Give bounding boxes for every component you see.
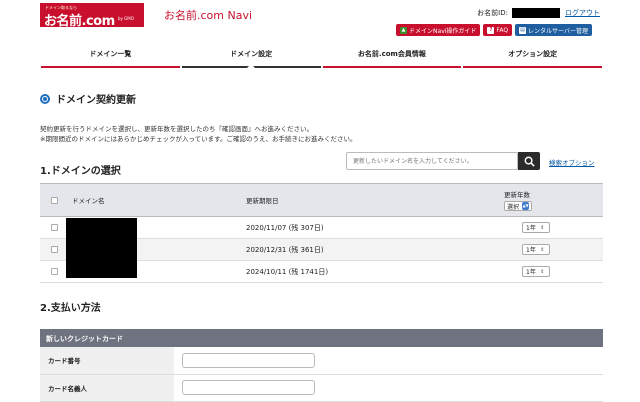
description-line-2: ※期限間近のドメインにはあらかじめチェックが入っています。ご確認のうえ、お手続き… — [40, 135, 357, 143]
column-years: 更新年数 選択 ▲▼ — [504, 183, 603, 217]
faq-label: FAQ — [496, 26, 509, 34]
bullet-circle-icon — [40, 93, 50, 104]
logout-link[interactable]: ログアウト — [565, 8, 600, 18]
logo-text: お名前.com — [44, 14, 115, 29]
operation-guide-label: ドメインNavi操作ガイド — [409, 27, 477, 35]
search-icon — [524, 156, 535, 167]
page-description: 契約更新を行うドメインを選択し、更新年数を選択したのち『確認画面』へお進みくださ… — [40, 124, 356, 144]
updown-arrow-icon: ⇕ — [538, 245, 546, 254]
expiry-cell: 2020/12/31 (残 361日) — [246, 238, 504, 261]
row-checkbox[interactable] — [51, 224, 58, 231]
logo-sub: by GMO — [118, 16, 134, 21]
card-number-input[interactable] — [182, 352, 315, 368]
faq-button[interactable]: ? FAQ — [483, 24, 513, 36]
column-years-label: 更新年数 — [504, 191, 530, 199]
account-info: お名前ID: ログアウト — [477, 8, 600, 18]
updown-arrow-icon: ⇕ — [538, 223, 546, 232]
onamae-logo[interactable]: ドメイン取るなら お名前.com by GMO — [40, 3, 144, 29]
column-domain-name: ドメイン名 — [68, 183, 246, 217]
tab-domain-list[interactable]: ドメイン一覧 — [41, 42, 180, 68]
header-buttons: ▲ ドメインNavi操作ガイド ? FAQ ▤ レンタルサーバー管理 — [396, 24, 592, 36]
app-title: お名前.com Navi — [164, 9, 253, 22]
account-id-redacted — [512, 8, 560, 18]
page-title-text: ドメイン契約更新 — [56, 95, 136, 106]
updown-arrow-icon: ▲▼ — [522, 202, 530, 210]
tab-domain-settings[interactable]: ドメイン設定 — [181, 42, 321, 68]
column-expiry: 更新期限日 — [246, 183, 504, 217]
years-select-value: 1年 — [526, 225, 536, 232]
search-button[interactable] — [518, 152, 540, 170]
server-icon: ▤ — [519, 26, 527, 34]
section-payment-title: 2.支払い方法 — [40, 303, 101, 314]
main-nav: ドメイン一覧 ドメイン設定 お名前.com会員情報 オプション設定 — [40, 42, 603, 68]
account-id-label: お名前ID: — [477, 9, 508, 17]
years-select[interactable]: 1年 ⇕ — [522, 244, 550, 255]
rental-server-button[interactable]: ▤ レンタルサーバー管理 — [515, 24, 592, 36]
rental-server-label: レンタルサーバー管理 — [528, 27, 588, 35]
years-bulk-select[interactable]: 選択 ▲▼ — [504, 201, 533, 211]
tab-member-info[interactable]: お名前.com会員情報 — [322, 42, 462, 68]
credit-card-form: カード番号 カード名義人 — [40, 347, 603, 402]
years-bulk-select-value: 選択 — [507, 203, 520, 211]
domain-names-redacted — [66, 218, 137, 278]
years-select[interactable]: 1年 ⇕ — [522, 266, 550, 277]
expiry-cell: 2020/11/07 (残 307日) — [246, 216, 504, 239]
operation-guide-button[interactable]: ▲ ドメインNavi操作ガイド — [396, 24, 481, 36]
card-holder-row: カード名義人 — [40, 374, 603, 402]
card-holder-input[interactable] — [182, 380, 315, 395]
description-line-1: 契約更新を行うドメインを選択し、更新年数を選択したのち『確認画面』へお進みくださ… — [40, 125, 313, 133]
page-title: ドメイン契約更新 — [40, 91, 136, 106]
years-select-value: 1年 — [526, 269, 536, 276]
new-credit-card-header: 新しいクレジットカード — [40, 329, 603, 347]
card-number-label: カード番号 — [40, 347, 174, 375]
header: ドメイン取るなら お名前.com by GMO お名前.com Navi お名前… — [0, 0, 640, 42]
expiry-cell: 2024/10/11 (残 1741日) — [246, 260, 504, 283]
search-option-link[interactable]: 検索オプション — [549, 157, 595, 167]
table-header-row: ドメイン名 更新期限日 更新年数 選択 ▲▼ — [40, 183, 603, 217]
domain-search-input[interactable] — [346, 152, 518, 170]
question-icon: ? — [487, 26, 495, 34]
beginner-mark-icon: ▲ — [400, 26, 408, 34]
card-holder-label: カード名義人 — [40, 374, 174, 402]
row-checkbox[interactable] — [51, 246, 58, 253]
section-domain-select-title: 1.ドメインの選択 — [40, 166, 121, 177]
tab-option-settings[interactable]: オプション設定 — [463, 42, 602, 68]
updown-arrow-icon: ⇕ — [538, 267, 546, 276]
card-number-row: カード番号 — [40, 347, 603, 375]
row-checkbox[interactable] — [51, 268, 58, 275]
select-all-checkbox[interactable] — [51, 196, 58, 204]
years-select-value: 1年 — [526, 247, 536, 254]
years-select[interactable]: 1年 ⇕ — [522, 222, 550, 233]
